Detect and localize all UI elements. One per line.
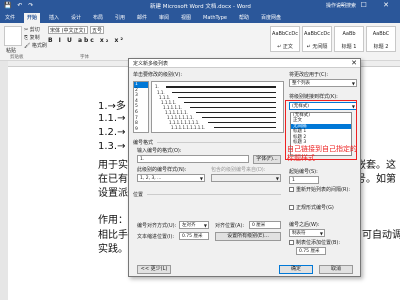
doc-line: 实践。 — [98, 244, 128, 255]
number-style-select[interactable]: 1, 2, 3, ... ▼ — [137, 174, 205, 182]
tab-stop-spinner[interactable]: 0.75 厘米 — [296, 247, 326, 255]
align-at-label: 对齐位置(A): — [215, 223, 245, 229]
close-icon[interactable]: ✕ — [351, 59, 357, 67]
clipboard-group-label: 剪贴板 — [10, 55, 24, 60]
doc-line: 1.1.→ — [98, 113, 126, 124]
cut-button[interactable]: ✂ 剪切 — [24, 26, 40, 33]
tab-mailings[interactable]: 邮件 — [134, 13, 150, 23]
window-controls[interactable]: — ☐ ✕ — [337, 1, 396, 9]
tab-stop-label: 制表位添加位置(B): — [296, 240, 341, 246]
doc-line: 用于实 — [98, 160, 128, 171]
tab-view[interactable]: 视图 — [178, 13, 194, 23]
position-section: 位置 — [133, 192, 144, 198]
follow-number-select[interactable]: 制表符 ▼ — [289, 229, 325, 237]
style-sample: AaBb — [342, 31, 356, 37]
left-margin — [0, 61, 8, 300]
restart-label: 重新开始列表的间隔(R): — [296, 187, 351, 193]
doc-line: 1.3.→ — [98, 141, 126, 152]
follow-number-label: 编号之后(W): — [289, 222, 320, 228]
number-format-section: 编号格式 — [133, 140, 154, 146]
ok-button[interactable]: 确定 — [279, 265, 313, 274]
define-multilevel-list-dialog: 定义新多级列表 ✕ 单击要修改的级别(V): 1 2 3 4 5 6 7 8 9… — [128, 58, 361, 277]
style-heading-2[interactable]: AaBbC 标题 2 — [366, 26, 396, 52]
dialog-title: 定义新多级列表 — [129, 59, 360, 68]
apply-label: 将更改应用于(C): — [289, 72, 329, 78]
list-preview: 1. 1.1. 1.1.1. 1.1.1.1. 1.1.1.1.1. 1.1.1… — [151, 81, 284, 133]
tab-design[interactable]: 设计 — [68, 13, 84, 23]
text-indent-label: 文本缩进位置(I): — [137, 234, 175, 240]
annotation-text: 自己链接到自己指定的标题样式 — [287, 145, 357, 162]
style-sample: AaBbCcDc — [272, 31, 298, 37]
font-button[interactable]: 字体(F)... — [253, 155, 281, 164]
level-list[interactable]: 1 2 3 4 5 6 7 8 9 — [133, 81, 149, 133]
start-at-label: 起始编号(S): — [289, 169, 318, 175]
cancel-button[interactable]: 取消 — [319, 265, 353, 274]
alignment-label: 编号对齐方式(U): — [137, 223, 177, 229]
style-name: ↵ 正文 — [277, 44, 293, 50]
title-bar: 💾 ↶ ↷ 新建 Microsoft Word 文档.docx - Word 操… — [0, 0, 400, 12]
set-all-levels-button[interactable]: 设置所有级别(E)... — [215, 232, 281, 241]
quick-access-toolbar[interactable]: 💾 ↶ ↷ — [4, 2, 35, 9]
alignment-select[interactable]: 左对齐 ▼ — [179, 221, 209, 229]
tab-review[interactable]: 审阅 — [156, 13, 172, 23]
tab-stop-checkbox[interactable] — [289, 240, 294, 245]
tab-baidu-netdisk[interactable]: 百度网盘 — [258, 13, 284, 23]
legal-style-checkbox[interactable] — [289, 205, 294, 210]
style-no-spacing[interactable]: AaBbCcDc ↵ 无间隔 — [302, 26, 332, 52]
window-title: 新建 Microsoft Word 文档.docx - Word — [150, 4, 251, 10]
restart-checkbox[interactable] — [289, 187, 294, 192]
style-heading-1[interactable]: AaBb 标题 1 — [334, 26, 364, 52]
doc-line-right: 号。如第 1 — [356, 174, 400, 185]
style-name: ↵ 无间隔 — [306, 44, 328, 50]
align-at-spinner[interactable]: 0 厘米 — [249, 221, 281, 229]
level-label: 单击要修改的级别(V): — [133, 72, 183, 78]
number-format-label: 输入编号的格式(O): — [137, 148, 182, 154]
tab-home[interactable]: 开始 — [24, 13, 41, 23]
legal-style-label: 正规形式编号(G) — [296, 205, 334, 211]
tab-file[interactable]: 文件 — [2, 13, 18, 23]
ribbon: 粘贴 ✂ 剪切 ⎘ 复制 🖌 格式刷 宋体 (中文正文) 五号 B I U ab… — [0, 23, 400, 61]
less-button[interactable]: << 更少(L) — [137, 265, 171, 274]
doc-line-right: 嵌套。这 — [356, 160, 396, 171]
doc-line: 1.→多 — [98, 101, 126, 112]
text-indent-spinner[interactable]: 0.75 厘米 — [179, 232, 209, 240]
doc-line-right: 可自动调 — [362, 230, 400, 241]
preview-number: 1.1.1.1.1.1.1.1.1. — [171, 125, 206, 130]
font-size-select[interactable]: 五号 — [90, 26, 104, 34]
start-at-spinner[interactable]: 1 — [289, 176, 319, 184]
level-item[interactable]: 9 — [134, 127, 148, 132]
style-name: 标题 1 — [341, 44, 357, 50]
style-sample: AaBbCcDc — [304, 31, 330, 37]
preview-number: 1. — [155, 84, 159, 89]
tab-layout[interactable]: 布局 — [90, 13, 106, 23]
doc-line: 设置派 — [98, 188, 128, 199]
apply-select[interactable]: 整个列表 ▼ — [289, 79, 357, 87]
paste-button[interactable] — [4, 26, 22, 46]
tab-help[interactable]: 帮助 — [236, 13, 252, 23]
tab-mathtype[interactable]: MathType — [200, 13, 230, 23]
copy-button[interactable]: ⎘ 复制 — [24, 34, 40, 41]
include-level-label: 包含的级别编号来自(D): — [211, 167, 266, 173]
tab-insert[interactable]: 插入 — [46, 13, 62, 23]
paste-label: 粘贴 — [6, 48, 17, 54]
format-painter-button[interactable]: 🖌 格式刷 — [24, 42, 47, 49]
font-group-label: 字体 — [80, 55, 89, 60]
font-format-buttons[interactable]: B I U abc x₂ x² — [48, 37, 125, 44]
include-level-select[interactable]: ▼ — [211, 174, 281, 182]
font-name-select[interactable]: 宋体 (中文正文) — [48, 26, 88, 34]
style-name: 标题 2 — [373, 44, 389, 50]
style-sample: AaBbC — [372, 31, 390, 37]
link-style-label: 将级别链接到样式(K): — [289, 94, 338, 100]
ribbon-tabs: 文件 开始 插入 设计 布局 引用 邮件 审阅 视图 MathType 帮助 百… — [0, 12, 400, 23]
doc-line: 作用： — [98, 215, 128, 226]
number-format-input[interactable]: 1. — [137, 155, 249, 163]
number-style-label: 此级别的编号样式(N): — [137, 167, 187, 173]
doc-line: 相比手 — [98, 230, 128, 241]
doc-line: 在已有 — [98, 174, 128, 185]
tab-references[interactable]: 引用 — [112, 13, 128, 23]
style-normal[interactable]: AaBbCcDc ↵ 正文 — [270, 26, 300, 52]
doc-line: 1.2.→ — [98, 127, 126, 138]
